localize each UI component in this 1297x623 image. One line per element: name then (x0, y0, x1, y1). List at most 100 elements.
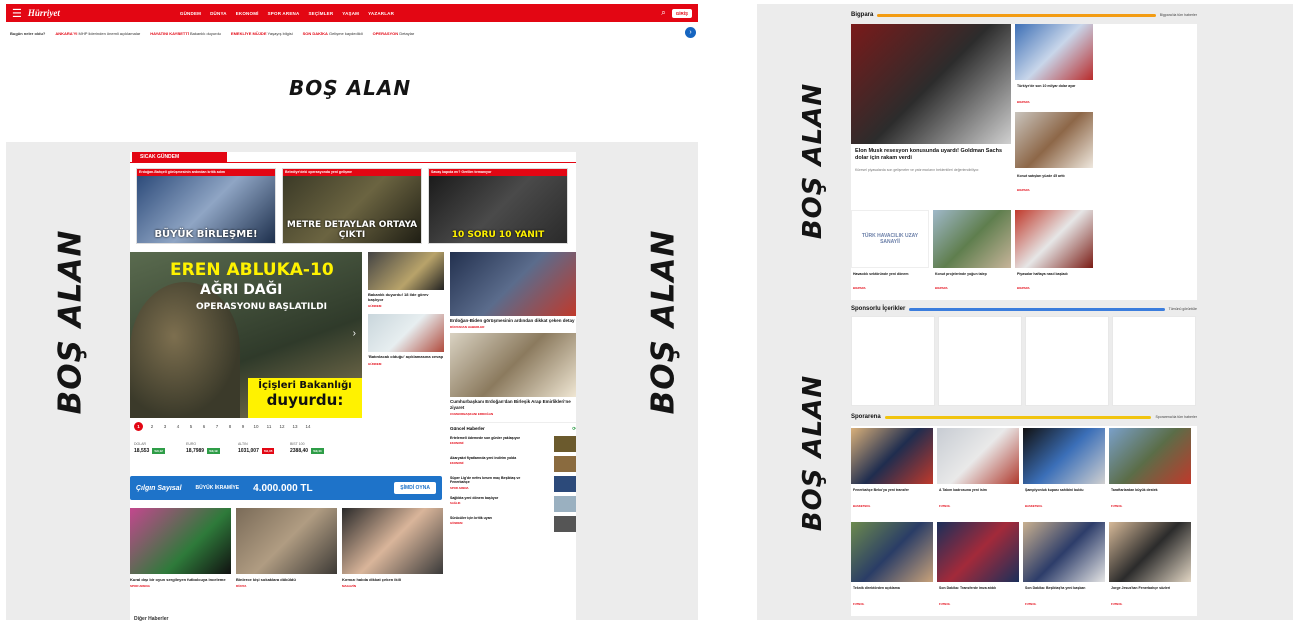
pager-item[interactable]: 14 (304, 424, 312, 429)
empty-area-label-left: BOŞ ALAN (52, 229, 89, 415)
nav-item[interactable]: SEÇİMLER (308, 11, 333, 16)
pager-item[interactable]: 3 (161, 424, 169, 429)
news-image[interactable] (1015, 112, 1093, 168)
market-item[interactable]: BIST 100 2388,40 %0,44 (290, 442, 328, 454)
sponsor-slot[interactable] (938, 316, 1022, 406)
pager-item[interactable]: 9 (239, 424, 247, 429)
nav-item[interactable]: YAŞAM (342, 11, 359, 16)
sport-title[interactable]: Son Dakika: Transferde imza atıldı (939, 586, 1017, 591)
sport-image[interactable] (851, 428, 933, 484)
list-item[interactable]: Süper Lig'de nefes kesen maç Beşiktaş ve… (450, 475, 576, 492)
news-card[interactable]: Binlerce kişi sokaklara döküldü DÜNYA (236, 508, 337, 588)
market-item[interactable]: EURO 18,7989 %0,19 (186, 442, 224, 454)
pager-item[interactable]: 7 (213, 424, 221, 429)
news-tag: BIGPARA (1017, 286, 1030, 290)
hamburger-menu-icon[interactable]: ☰ (12, 7, 22, 20)
ticker-item[interactable]: EMEKLİYE MÜJDE Yaşayış bilgisi (231, 31, 293, 36)
pager-item[interactable]: 2 (148, 424, 156, 429)
sponsor-slot[interactable] (1025, 316, 1109, 406)
list-item[interactable]: Akaryakıt fiyatlarında yeni indirim yold… (450, 455, 576, 472)
sport-title[interactable]: Son Dakika: Beşiktaş'ta yeni başkan (1025, 586, 1103, 591)
news-card[interactable]: Bakanlık duyurdu! 18 ilde görev başlıyor… (368, 252, 444, 308)
sport-title[interactable]: A Takım kadrosuna yeni isim (939, 488, 1017, 493)
sport-tag: FUTBOL (939, 602, 951, 606)
sport-title[interactable]: Fenerbahçe Beko'ya yeni transfer (853, 488, 931, 493)
list-item[interactable]: Sürücüler için kritik uyarı GÜNDEM (450, 515, 576, 532)
ticker-item[interactable]: OPERASYON Detaylar (373, 31, 415, 36)
see-all-link[interactable]: Tümünü görüntüle (1169, 307, 1197, 311)
market-item[interactable]: DOLAR 18,553 %0,12 (134, 442, 172, 454)
list-item[interactable]: Ertelemeli ödemede son günler yaklaşıyor… (450, 435, 576, 452)
news-title[interactable]: Havacılık sektöründe yeni dönem (853, 272, 927, 277)
news-image[interactable] (933, 210, 1011, 268)
market-change: %0,12 (152, 448, 165, 454)
nav-item[interactable]: YAZARLAR (368, 11, 394, 16)
sport-image[interactable] (1023, 522, 1105, 582)
pager-item[interactable]: 11 (265, 424, 273, 429)
sport-title[interactable]: Taraftarlardan büyük destek (1111, 488, 1189, 493)
main-content: SICAK GÜNDEM Erdoğan-Bahçeli görüşmesini… (130, 152, 576, 622)
sport-title[interactable]: Şampiyonluk kupası sahibini buldu (1025, 488, 1103, 493)
bigpara-main-title[interactable]: Elon Musk resesyon konusunda uyardı! Gol… (855, 148, 1009, 162)
pager-item[interactable]: 5 (187, 424, 195, 429)
headline-card[interactable]: Savaş kapıda mı? Gerilim tırmanıyor 10 S… (428, 168, 568, 244)
sport-tag: FUTBOL (1111, 504, 1123, 508)
bigpara-main-image[interactable] (851, 24, 1011, 144)
pager-item[interactable]: 4 (174, 424, 182, 429)
news-title[interactable]: Türkiye'de son 10 milyar dolar ayar (1017, 84, 1091, 89)
ticker-item[interactable]: ANKARA'YI MHP liderinden önemli açıklama… (55, 31, 140, 36)
headline-card[interactable]: Erdoğan-Bahçeli görüşmesinin ardından kr… (136, 168, 276, 244)
sponsor-slot[interactable] (1112, 316, 1196, 406)
pager-item[interactable]: 12 (278, 424, 286, 429)
pager-item[interactable]: 8 (226, 424, 234, 429)
market-item[interactable]: ALTIN 1031,007 %0,35 (238, 442, 276, 454)
nav-item[interactable]: DÜNYA (210, 11, 227, 16)
ticker-next-icon[interactable]: › (685, 27, 696, 38)
news-card[interactable]: Kırmızı halıda dikkat çeken ikili MAGAZİ… (342, 508, 443, 588)
site-logo[interactable]: Hürriyet (28, 8, 60, 18)
sport-image[interactable] (1109, 428, 1191, 484)
news-image[interactable] (1015, 210, 1093, 268)
section-line (877, 13, 1156, 17)
lottery-banner[interactable]: Çılgın Sayısal BÜYÜK İKRAMİYE 4.000.000 … (130, 476, 442, 500)
pager-item[interactable]: 1 (134, 422, 143, 431)
market-name: DOLAR (134, 442, 147, 446)
sport-title[interactable]: Jorge Jesus'tan Fenerbahçe sözleri (1111, 586, 1189, 591)
nav-item[interactable]: GÜNDEM (180, 11, 201, 16)
pager-item[interactable]: 6 (200, 424, 208, 429)
sport-image[interactable] (1023, 428, 1105, 484)
sport-image[interactable] (937, 428, 1019, 484)
search-icon[interactable]: ⌕ (661, 8, 665, 18)
pager-item[interactable]: 13 (291, 424, 299, 429)
list-item-tag: GÜNDEM (450, 521, 463, 526)
see-all-link[interactable]: Bigpara'da tüm haberler (1160, 13, 1197, 17)
news-image[interactable] (1015, 24, 1093, 80)
list-item[interactable]: Sağlıkta yeni dönem başlıyor SAĞLIK (450, 495, 576, 512)
sport-image[interactable] (851, 522, 933, 582)
refresh-icon[interactable]: ⟳ (572, 426, 576, 432)
headline-bar: Savaş kapıda mı? Gerilim tırmanıyor (429, 169, 567, 176)
ticker-item[interactable]: SON DAKİKA Gelişme kaydedildi (303, 31, 363, 36)
tusas-logo[interactable]: TÜRK HAVACILIK UZAY SANAYİİ (851, 210, 929, 268)
main-slider[interactable]: EREN ABLUKA-10 AĞRI DAĞI OPERASYONU BAŞL… (130, 252, 362, 418)
news-title[interactable]: Konut satışları yüzde 45 arttı (1017, 174, 1091, 179)
sport-image[interactable] (1109, 522, 1191, 582)
sport-title[interactable]: Teknik direktörden açıklama (853, 586, 931, 591)
slider-next-icon[interactable]: › (353, 328, 356, 339)
play-now-button[interactable]: ŞİMDİ OYNA (394, 482, 436, 494)
news-title[interactable]: Konut projelerinde yoğun talep (935, 272, 1009, 277)
pager-item[interactable]: 10 (252, 424, 260, 429)
see-all-link[interactable]: Sporarena'da tüm haberler (1155, 415, 1197, 419)
sport-image[interactable] (937, 522, 1019, 582)
login-button[interactable]: GİRİŞ (671, 8, 692, 18)
nav-item[interactable]: EKONOMİ (236, 11, 259, 16)
headline-card[interactable]: Belediye'deki operasyonda yeni gelişme M… (282, 168, 422, 244)
nav-item[interactable]: SPOR ARENA (268, 11, 300, 16)
news-card[interactable]: Kural dışı bir oyun sergileyen futbolcuy… (130, 508, 231, 588)
news-title[interactable]: Piyasalar haftaya nasıl başladı (1017, 272, 1091, 277)
ticker-item[interactable]: HAYATINI KAYBETTİ Bakanlık duyurdu (150, 31, 221, 36)
news-card[interactable]: Erdoğan-Biden görüşmesinin ardından dikk… (450, 252, 576, 329)
news-card[interactable]: Cumhurbaşkanı Erdoğan'dan Birleşik Arap … (450, 332, 576, 416)
news-card[interactable]: 'Batırılacak olduğu' açıklamasına cevap … (368, 314, 444, 366)
sponsor-slot[interactable] (851, 316, 935, 406)
